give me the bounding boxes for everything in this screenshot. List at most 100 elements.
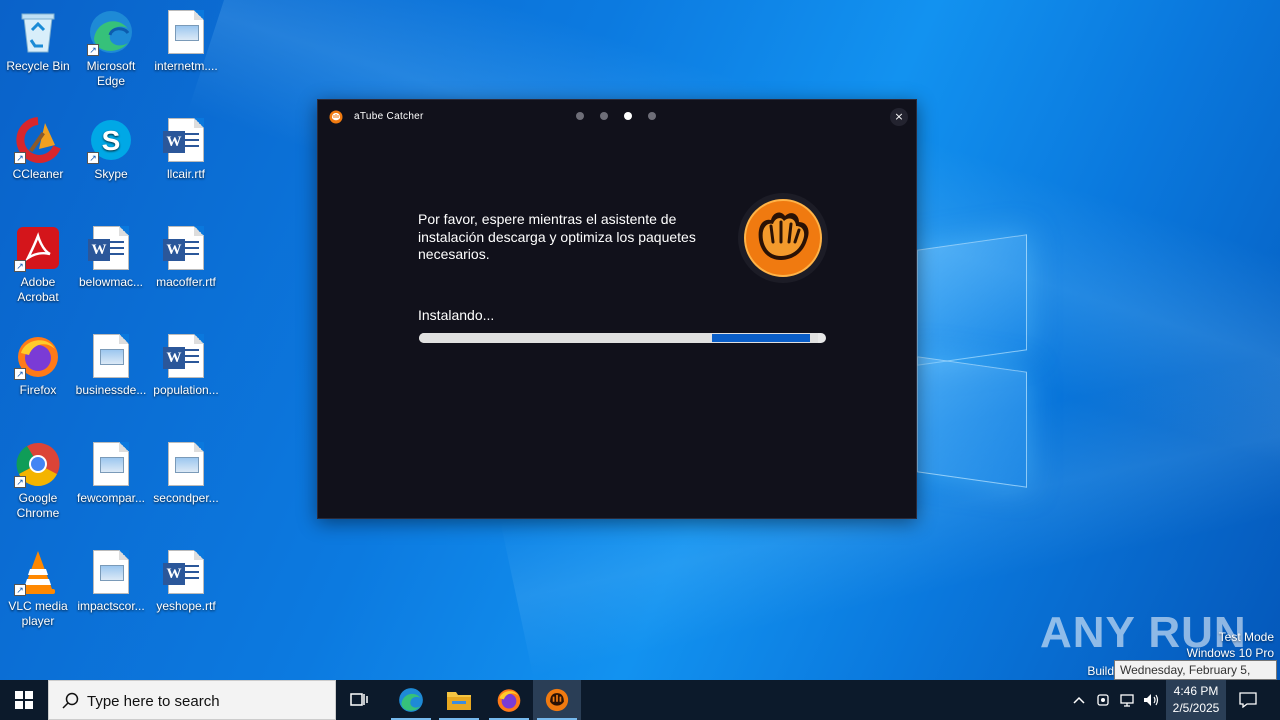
desktop-icon-internetm[interactable]: internetm.... — [148, 4, 224, 74]
search-input[interactable] — [87, 690, 327, 712]
desktop-icon-population[interactable]: W population... — [148, 328, 224, 398]
vlc-icon: ↗ — [14, 548, 62, 596]
taskbar-clock[interactable]: 4:46 PM 2/5/2025 — [1166, 680, 1226, 720]
window-titlebar[interactable]: aTube Catcher × — [318, 100, 916, 134]
desktop-icon-adobe-acrobat[interactable]: ↗ Adobe Acrobat — [0, 220, 76, 305]
device-icon — [1097, 694, 1109, 706]
show-hidden-icons-button[interactable] — [1068, 680, 1090, 720]
edge-icon: ↗ — [87, 8, 135, 56]
icon-label: internetm.... — [154, 59, 218, 73]
date-tooltip: Wednesday, February 5, 2025 — [1114, 660, 1277, 695]
firefox-icon: ↗ — [14, 332, 62, 380]
desktop-icon-secondper[interactable]: secondper... — [148, 436, 224, 506]
chrome-icon: ↗ — [14, 440, 62, 488]
notification-icon — [1239, 692, 1257, 708]
taskbar-edge[interactable] — [387, 680, 435, 720]
icon-label: Adobe Acrobat — [17, 275, 59, 304]
install-status: Instalando... — [418, 307, 495, 323]
desktop-icon-yeshope[interactable]: W yeshope.rtf — [148, 544, 224, 614]
desktop-icon-businessde[interactable]: businessde... — [73, 328, 149, 398]
image-file-icon — [162, 8, 210, 56]
icon-label: impactscor... — [77, 599, 145, 613]
word-document-icon: W — [162, 548, 210, 596]
word-document-icon: W — [87, 224, 135, 272]
desktop-icon-recycle-bin[interactable]: Recycle Bin — [0, 4, 76, 74]
start-button[interactable] — [0, 680, 48, 720]
chevron-up-icon — [1073, 696, 1085, 704]
desktop-icon-ccleaner[interactable]: ↗ CCleaner — [0, 112, 76, 182]
word-document-icon: W — [162, 116, 210, 164]
step-dot-current — [624, 112, 632, 120]
volume-icon — [1144, 694, 1159, 706]
search-icon — [62, 692, 79, 709]
icon-label: Microsoft Edge — [86, 59, 136, 88]
desktop-icon-impactscor[interactable]: impactscor... — [73, 544, 149, 614]
icon-label: businessde... — [75, 383, 147, 397]
icon-label: population... — [153, 383, 219, 397]
task-view-icon — [350, 693, 368, 706]
taskbar: 4:46 PM 2/5/2025 — [0, 680, 1280, 720]
recycle-bin-icon — [14, 8, 62, 56]
icon-label: Firefox — [19, 383, 57, 397]
desktop-icon-llcair[interactable]: W llcair.rtf — [148, 112, 224, 182]
icon-label: yeshope.rtf — [156, 599, 216, 613]
word-document-icon: W — [162, 332, 210, 380]
network-icon — [1120, 694, 1134, 707]
image-file-icon — [87, 440, 135, 488]
taskbar-file-explorer[interactable] — [435, 680, 483, 720]
icon-label: belowmac... — [78, 275, 144, 289]
test-mode-label: Test Mode — [1218, 630, 1274, 644]
icon-label: llcair.rtf — [166, 167, 205, 181]
icon-label: Recycle Bin — [6, 59, 70, 73]
close-button[interactable]: × — [890, 108, 908, 126]
clock-date: 2/5/2025 — [1172, 701, 1220, 715]
desktop-icon-belowmac[interactable]: W belowmac... — [73, 220, 149, 290]
skype-icon: S ↗ — [87, 116, 135, 164]
action-center-button[interactable] — [1228, 680, 1268, 720]
windows-logo-pane — [917, 234, 1027, 366]
desktop-icon-fewcompar[interactable]: fewcompar... — [73, 436, 149, 506]
tray-meet-now[interactable] — [1092, 680, 1114, 720]
tray-network[interactable] — [1116, 680, 1138, 720]
icon-label: Google Chrome — [16, 491, 60, 520]
icon-label: CCleaner — [12, 167, 64, 181]
icon-label: macoffer.rtf — [156, 275, 216, 289]
taskbar-firefox[interactable] — [485, 680, 533, 720]
install-message: Por favor, espere mientras el asistente … — [418, 211, 696, 262]
wizard-step-indicator — [576, 112, 656, 120]
icon-label: secondper... — [153, 491, 219, 505]
icon-label: fewcompar... — [76, 491, 146, 505]
step-dot — [576, 112, 584, 120]
image-file-icon — [87, 332, 135, 380]
adobe-acrobat-icon: ↗ — [14, 224, 62, 272]
atube-catcher-icon — [545, 688, 569, 712]
svg-text:S: S — [102, 125, 121, 156]
install-progress-bar — [419, 333, 826, 343]
desktop-icon-vlc[interactable]: ↗ VLC media player — [0, 544, 76, 629]
desktop-icon-macoffer[interactable]: W macoffer.rtf — [148, 220, 224, 290]
atube-catcher-logo — [738, 193, 828, 283]
taskbar-atube-catcher[interactable] — [533, 680, 581, 720]
step-dot — [648, 112, 656, 120]
window-title: aTube Catcher — [354, 111, 424, 122]
installer-window: aTube Catcher × Por favor, espere mientr… — [317, 99, 917, 519]
icon-label: Skype — [94, 167, 128, 181]
firefox-icon — [497, 689, 521, 712]
step-dot — [600, 112, 608, 120]
desktop-icon-google-chrome[interactable]: ↗ Google Chrome — [0, 436, 76, 521]
ccleaner-icon: ↗ — [14, 116, 62, 164]
windows-edition-label: Windows 10 Pro — [1186, 646, 1274, 660]
desktop-icon-microsoft-edge[interactable]: ↗ Microsoft Edge — [73, 4, 149, 89]
tray-volume[interactable] — [1140, 680, 1162, 720]
clock-time: 4:46 PM — [1173, 684, 1219, 698]
progress-active-segment — [712, 334, 810, 342]
desktop-icon-firefox[interactable]: ↗ Firefox — [0, 328, 76, 398]
task-view-button[interactable] — [336, 680, 384, 720]
windows-logo-pane — [917, 356, 1027, 488]
image-file-icon — [162, 440, 210, 488]
folder-icon — [447, 692, 471, 710]
taskbar-search[interactable] — [48, 680, 336, 720]
desktop-icon-skype[interactable]: S ↗ Skype — [73, 112, 149, 182]
word-document-icon: W — [162, 224, 210, 272]
image-file-icon — [87, 548, 135, 596]
